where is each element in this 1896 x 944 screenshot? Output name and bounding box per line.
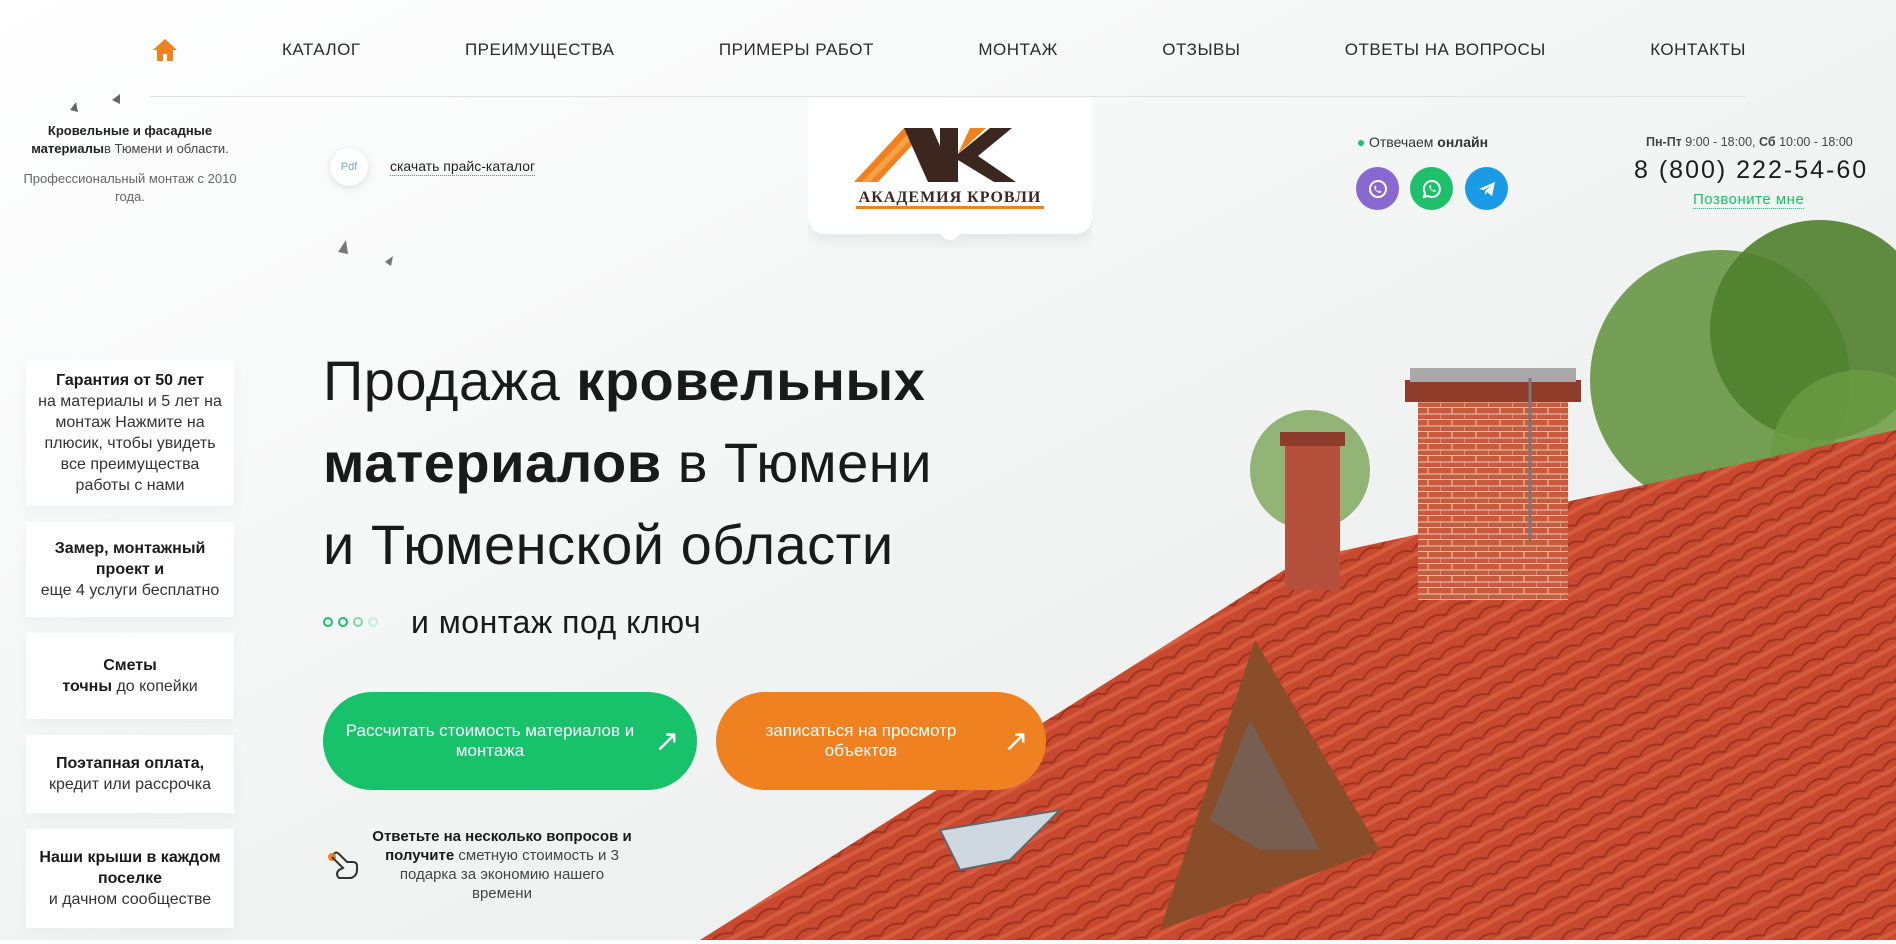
pdf-badge: Pdf	[340, 161, 358, 173]
feature-text: кредит или рассрочка	[49, 776, 211, 793]
feature-title: Замер, монтажный проект и	[54, 540, 206, 578]
feature-title-pre: Сметы	[103, 657, 157, 674]
telegram-icon[interactable]	[1465, 167, 1508, 210]
company-logo[interactable]: АКАДЕМИЯ КРОВЛИ	[808, 98, 1092, 248]
hours-sat: 10:00 - 18:00	[1779, 135, 1853, 149]
logo-text: АКАДЕМИЯ КРОВЛИ	[859, 189, 1042, 206]
nav-catalog[interactable]: КАТАЛОГ	[282, 40, 361, 60]
feature-title: Гарантия от 50 лет	[56, 372, 204, 389]
calculate-cost-label: Рассчитать стоимость материалов и монтаж…	[345, 721, 635, 760]
feature-text: еще 4 услуги бесплатно	[40, 582, 220, 599]
book-viewing-button[interactable]: записаться на просмотр объектов ↗	[716, 692, 1046, 790]
working-hours: Пн-Пт 9:00 - 18:00, Сб 10:00 - 18:00	[1646, 135, 1853, 149]
top-navigation: КАТАЛОГ ПРЕИМУЩЕСТВА ПРИМЕРЫ РАБОТ МОНТА…	[150, 28, 1746, 72]
features-list: Гарантия от 50 лет на материалы и 5 лет …	[26, 360, 234, 944]
book-viewing-label: записаться на просмотр объектов	[765, 721, 957, 760]
quiz-prompt[interactable]: Ответьте на несколько вопросов и получит…	[372, 827, 632, 903]
whatsapp-icon[interactable]	[1410, 167, 1453, 210]
call-me-link[interactable]: Позвоните мне	[1693, 191, 1805, 209]
feature-item[interactable]: Гарантия от 50 лет на материалы и 5 лет …	[26, 360, 234, 506]
headline-l1-light: Продажа	[323, 349, 561, 412]
hours-weekdays: 9:00 - 18:00,	[1685, 135, 1756, 149]
feature-item[interactable]: Поэтапная оплата, кредит или рассрочка	[26, 735, 234, 813]
nav-contacts[interactable]: КОНТАКТЫ	[1650, 40, 1746, 60]
nav-reviews[interactable]: ОТЗЫВЫ	[1162, 40, 1240, 60]
online-bold: онлайн	[1437, 134, 1489, 150]
online-dot-icon	[1358, 140, 1364, 147]
feature-title: точны	[62, 678, 112, 695]
calculate-cost-button[interactable]: Рассчитать стоимость материалов и монтаж…	[323, 692, 697, 790]
nav-works[interactable]: ПРИМЕРЫ РАБОТ	[719, 40, 874, 60]
hours-sat-label: Сб	[1758, 135, 1776, 149]
home-icon[interactable]	[150, 35, 180, 65]
arrow-icon: ↗	[1003, 724, 1029, 758]
nav-faq[interactable]: ОТВЕТЫ НА ВОПРОСЫ	[1345, 40, 1546, 60]
arrow-icon: ↗	[654, 724, 680, 758]
tagline-sub: Профессиональный монтаж с 2010 года.	[23, 171, 237, 204]
online-status: Отвечаем онлайн	[1358, 134, 1488, 150]
hero-headline: Продажа кровельных материалов в Тюмени и…	[323, 340, 1123, 586]
feature-item[interactable]: Сметы точны до копейки	[26, 633, 234, 719]
tagline-rest: в Тюмени и области.	[103, 141, 229, 156]
nav-installation[interactable]: МОНТАЖ	[978, 40, 1058, 60]
feature-item[interactable]: Замер, монтажный проект и еще 4 услуги б…	[26, 522, 234, 617]
online-prefix: Отвечаем	[1369, 134, 1434, 150]
viber-icon[interactable]	[1356, 167, 1399, 210]
feature-title: Наши крыши в каждом поселке	[39, 849, 221, 887]
decorative-dots	[323, 617, 378, 627]
pdf-icon[interactable]: Pdf	[330, 148, 368, 186]
nav-divider	[150, 96, 1746, 97]
site-tagline: Кровельные и фасадные материалыв Тюмени …	[20, 122, 240, 206]
feature-text: на материалы и 5 лет на монтаж Нажмите н…	[38, 393, 222, 494]
feature-text: и дачном сообществе	[48, 891, 212, 908]
download-price-catalog-link[interactable]: скачать прайс-каталог	[390, 158, 536, 176]
headline-l1-bold: кровельных	[576, 349, 926, 412]
hours-weekdays-label: Пн-Пт	[1646, 135, 1682, 149]
hand-pointer-icon	[328, 851, 358, 879]
feature-item[interactable]: Наши крыши в каждом поселке и дачном соо…	[26, 829, 234, 928]
headline-l2-bold: материалов	[323, 431, 662, 494]
feature-title: Поэтапная оплата,	[55, 755, 205, 772]
phone-number[interactable]: 8 (800) 222-54-60	[1634, 156, 1868, 185]
headline-l3-light: и Тюменской области	[323, 513, 894, 576]
feature-text: до копейки	[116, 678, 198, 695]
nav-advantages[interactable]: ПРЕИМУЩЕСТВА	[465, 40, 615, 60]
headline-l2-light: в Тюмени	[677, 431, 932, 494]
hero-subheadline: и монтаж под ключ	[411, 604, 702, 640]
